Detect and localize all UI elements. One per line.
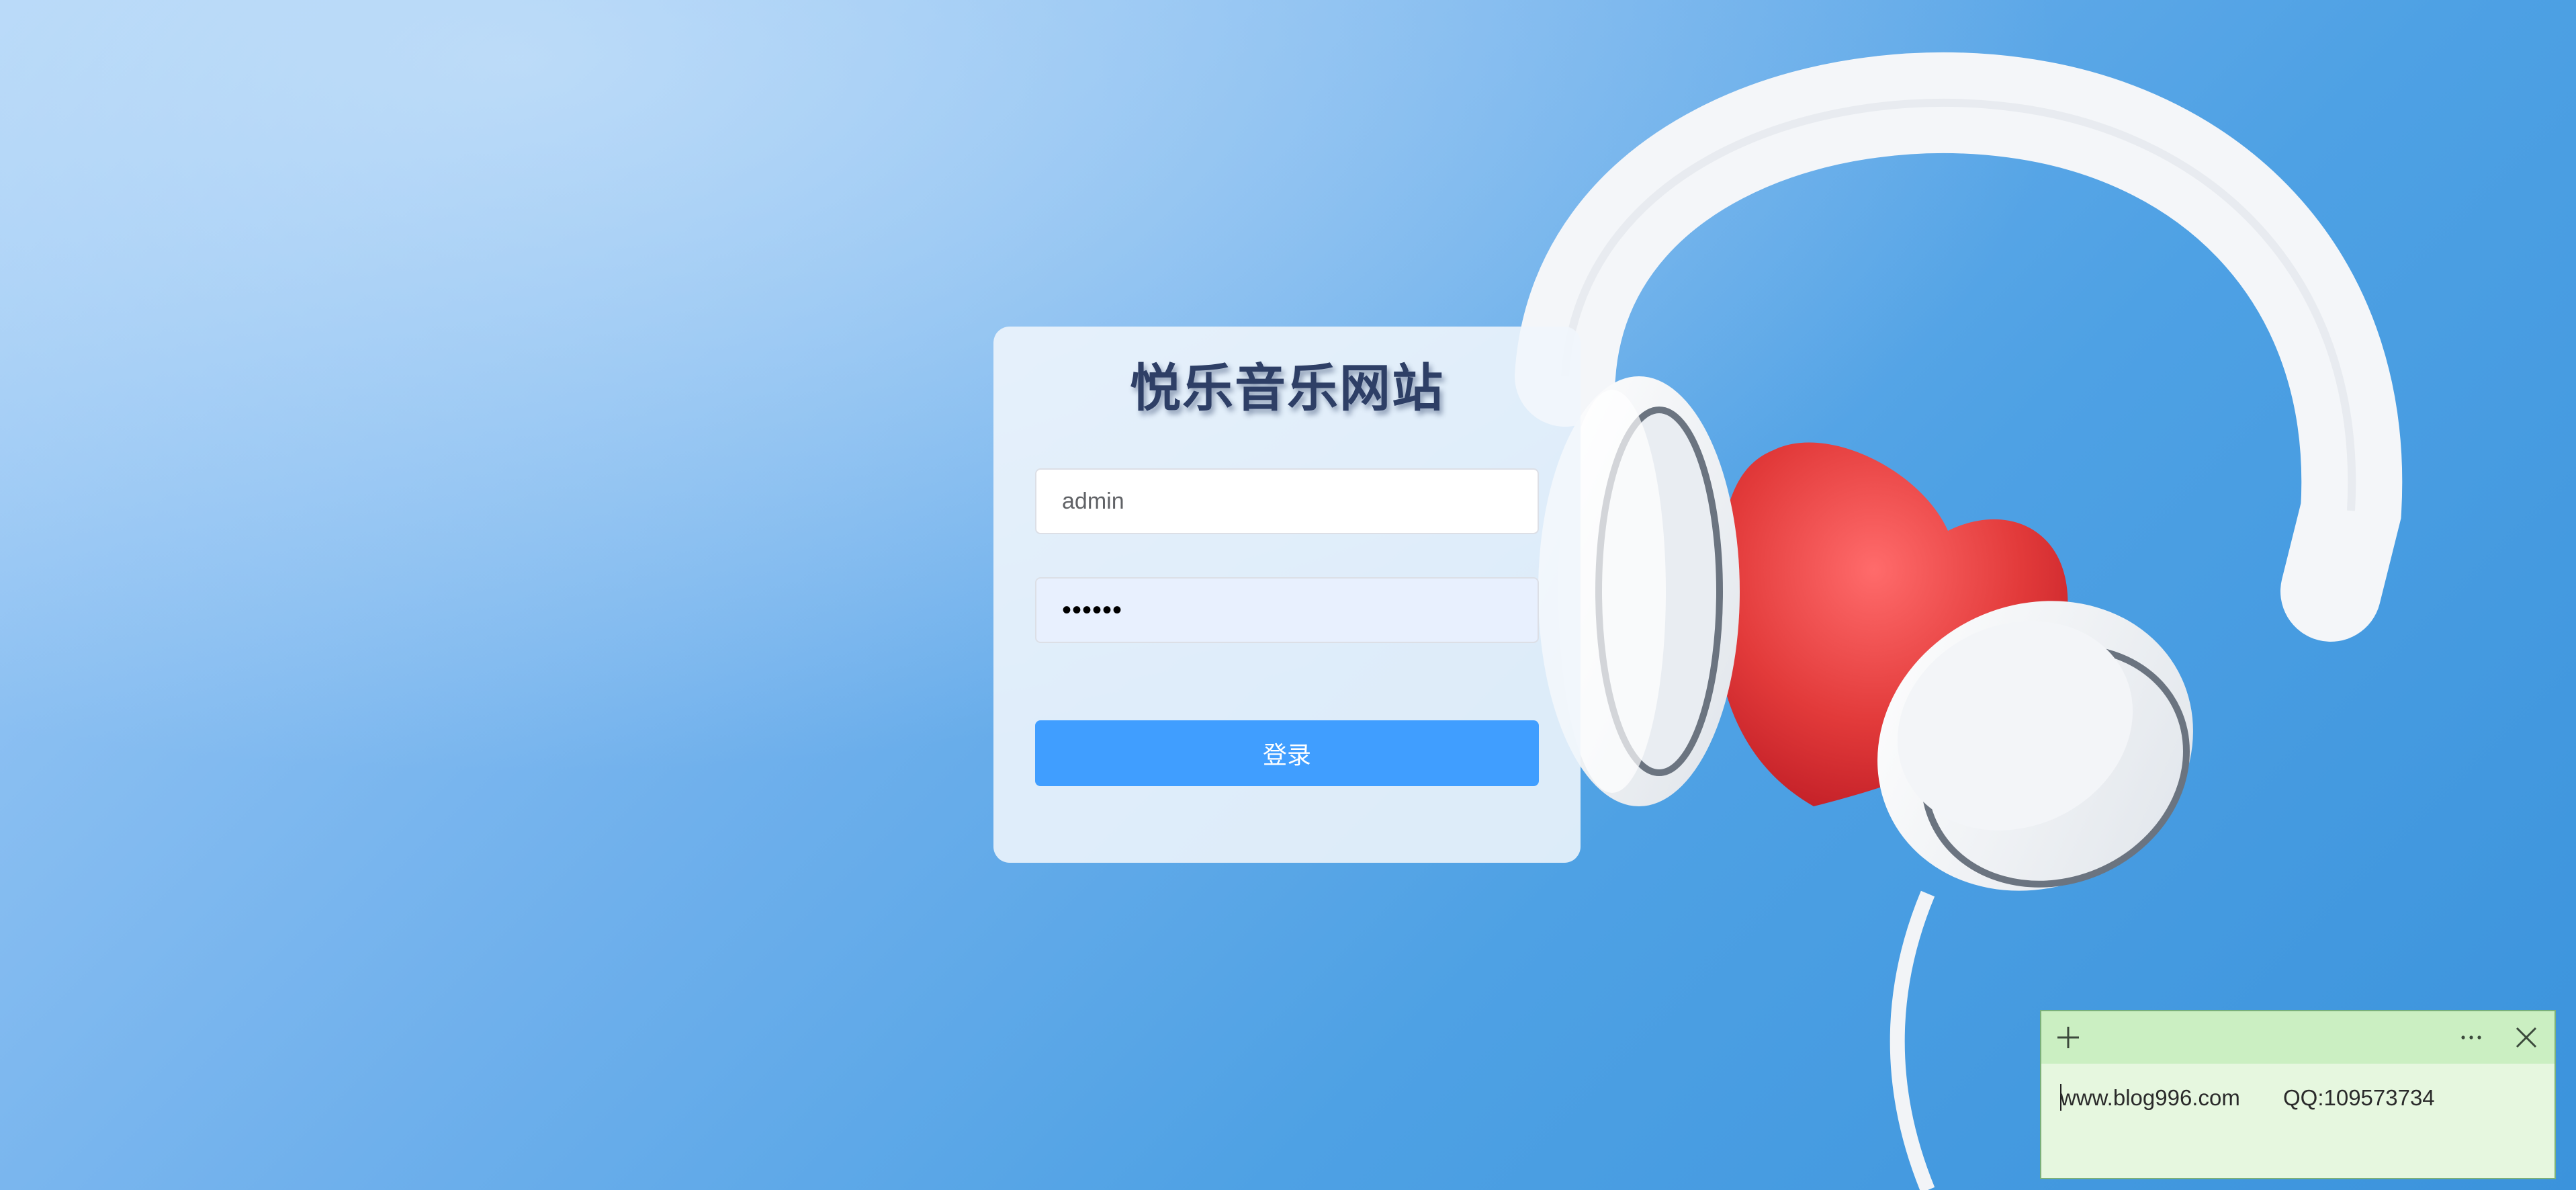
login-button-label: 登录 (1262, 742, 1311, 769)
sticky-note-text: www.blog996.com QQ:109573734 (2060, 1085, 2435, 1110)
sticky-note-header (2041, 1011, 2555, 1064)
more-horizontal-icon[interactable] (2458, 1024, 2485, 1051)
login-button[interactable]: 登录 (1035, 720, 1539, 786)
close-icon[interactable] (2513, 1024, 2540, 1051)
login-form: 悦乐音乐网站 admin •••••• 登录 (993, 327, 1581, 863)
site-title: 悦乐音乐网站 (1130, 358, 1444, 418)
password-value: •••••• (1062, 595, 1123, 625)
plus-icon[interactable] (2055, 1024, 2082, 1051)
sticky-note-window: www.blog996.com QQ:109573734 (2040, 1010, 2556, 1179)
sticky-note-content[interactable]: www.blog996.com QQ:109573734 (2060, 1084, 2435, 1111)
password-input[interactable]: •••••• (1035, 577, 1539, 643)
username-value: admin (1062, 488, 1124, 514)
username-input[interactable]: admin (1035, 468, 1539, 534)
login-page: 悦乐音乐网站 admin •••••• 登录 www.blog996.com Q… (0, 0, 2576, 1190)
